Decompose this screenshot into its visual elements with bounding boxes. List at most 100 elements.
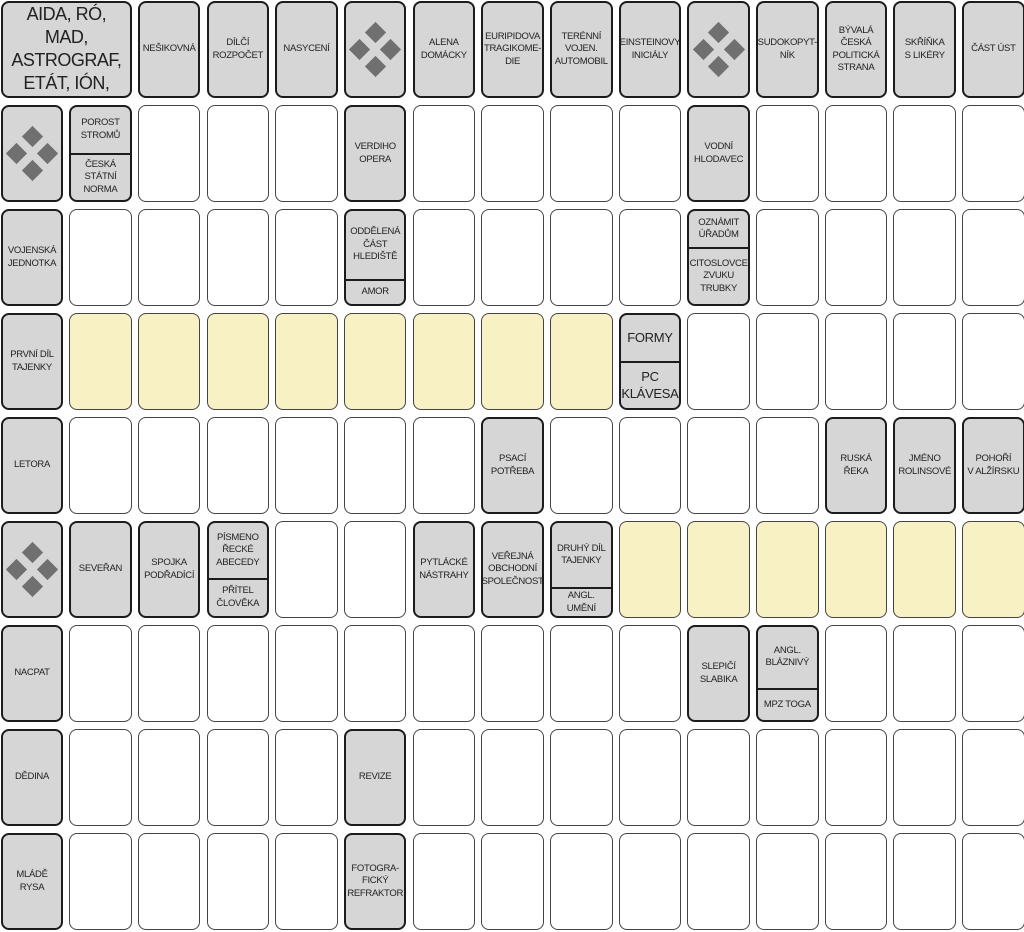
answer-cell[interactable] <box>962 833 1024 930</box>
secret-answer-cell[interactable] <box>412 313 476 410</box>
answer-cell[interactable] <box>824 625 888 722</box>
answer-cell[interactable] <box>69 833 132 930</box>
answer-cell[interactable] <box>962 729 1024 826</box>
answer-cell[interactable] <box>69 209 132 306</box>
answer-cell[interactable] <box>756 209 819 306</box>
answer-cell[interactable] <box>618 833 682 930</box>
answer-cell[interactable] <box>893 313 956 410</box>
clue-cell: SLEPIČÍ SLABIKA <box>687 625 750 722</box>
clue-text: FORMY <box>627 330 673 346</box>
answer-cell[interactable] <box>550 417 613 514</box>
answer-cell[interactable] <box>206 209 270 306</box>
answer-cell[interactable] <box>206 833 270 930</box>
answer-cell[interactable] <box>137 209 201 306</box>
answer-cell[interactable] <box>618 625 682 722</box>
answer-cell[interactable] <box>962 105 1024 202</box>
secret-answer-cell[interactable] <box>824 521 888 618</box>
answer-cell[interactable] <box>824 313 888 410</box>
secret-answer-cell[interactable] <box>550 313 613 410</box>
answer-cell[interactable] <box>893 209 956 306</box>
answer-cell[interactable] <box>275 729 338 826</box>
answer-cell[interactable] <box>481 105 544 202</box>
answer-cell[interactable] <box>206 105 270 202</box>
clue-text: ODDĚLENÁ ČÁST HLEDIŠTĚ <box>350 226 401 263</box>
clue-text: DRUHÝ DÍL TAJENKY <box>556 542 606 567</box>
answer-cell[interactable] <box>137 105 201 202</box>
secret-answer-cell[interactable] <box>343 313 407 410</box>
secret-answer-cell[interactable] <box>756 521 819 618</box>
secret-answer-cell[interactable] <box>962 521 1024 618</box>
answer-cell[interactable] <box>687 729 750 826</box>
answer-cell[interactable] <box>481 729 544 826</box>
secret-answer-cell[interactable] <box>687 521 750 618</box>
answer-cell[interactable] <box>824 833 888 930</box>
answer-cell[interactable] <box>137 833 201 930</box>
secret-answer-cell[interactable] <box>275 313 338 410</box>
answer-cell[interactable] <box>69 729 132 826</box>
answer-cell[interactable] <box>275 833 338 930</box>
answer-cell[interactable] <box>550 833 613 930</box>
answer-cell[interactable] <box>550 209 613 306</box>
secret-answer-cell[interactable] <box>618 521 682 618</box>
answer-cell[interactable] <box>893 625 956 722</box>
answer-cell[interactable] <box>275 105 338 202</box>
answer-cell[interactable] <box>687 833 750 930</box>
answer-cell[interactable] <box>687 313 750 410</box>
answer-cell[interactable] <box>275 209 338 306</box>
answer-cell[interactable] <box>343 417 407 514</box>
answer-cell[interactable] <box>756 313 819 410</box>
answer-cell[interactable] <box>206 729 270 826</box>
answer-cell[interactable] <box>687 417 750 514</box>
answer-cell[interactable] <box>618 105 682 202</box>
answer-cell[interactable] <box>962 209 1024 306</box>
answer-cell[interactable] <box>481 833 544 930</box>
answer-cell[interactable] <box>137 625 201 722</box>
answer-cell[interactable] <box>550 625 613 722</box>
answer-cell[interactable] <box>481 625 544 722</box>
answer-cell[interactable] <box>275 625 338 722</box>
answer-cell[interactable] <box>69 417 132 514</box>
answer-cell[interactable] <box>343 625 407 722</box>
answer-cell[interactable] <box>618 729 682 826</box>
answer-cell[interactable] <box>206 417 270 514</box>
answer-cell[interactable] <box>618 417 682 514</box>
answer-cell[interactable] <box>481 209 544 306</box>
answer-cell[interactable] <box>275 521 338 618</box>
secret-answer-cell[interactable] <box>206 313 270 410</box>
answer-cell[interactable] <box>893 833 956 930</box>
answer-cell[interactable] <box>343 521 407 618</box>
answer-cell[interactable] <box>412 417 476 514</box>
answer-cell[interactable] <box>893 729 956 826</box>
answer-cell[interactable] <box>412 209 476 306</box>
answer-cell[interactable] <box>412 729 476 826</box>
answer-cell[interactable] <box>756 417 819 514</box>
secret-answer-cell[interactable] <box>893 521 956 618</box>
answer-cell[interactable] <box>824 209 888 306</box>
secret-answer-cell[interactable] <box>69 313 132 410</box>
answer-cell[interactable] <box>824 729 888 826</box>
answer-cell[interactable] <box>412 105 476 202</box>
answer-cell[interactable] <box>550 105 613 202</box>
answer-cell[interactable] <box>550 729 613 826</box>
answer-cell[interactable] <box>275 417 338 514</box>
secret-answer-cell[interactable] <box>137 313 201 410</box>
answer-cell[interactable] <box>962 313 1024 410</box>
answer-cell[interactable] <box>412 833 476 930</box>
secret-answer-cell[interactable] <box>481 313 544 410</box>
clue-text: RUSKÁ ŘEKA <box>840 453 872 477</box>
answer-cell[interactable] <box>137 417 201 514</box>
answer-cell[interactable] <box>756 833 819 930</box>
answer-cell[interactable] <box>893 105 956 202</box>
answer-cell[interactable] <box>756 729 819 826</box>
answer-cell[interactable] <box>412 625 476 722</box>
answer-cell[interactable] <box>206 625 270 722</box>
answer-cell[interactable] <box>137 729 201 826</box>
answer-cell[interactable] <box>756 105 819 202</box>
clue-text: OZNÁMIT ÚŘADŮM <box>698 216 739 241</box>
answer-cell[interactable] <box>962 625 1024 722</box>
answer-cell[interactable] <box>618 209 682 306</box>
answer-cell[interactable] <box>824 105 888 202</box>
clue-text: EURIPIDOVA TRAGIKOME- DIE <box>483 30 542 67</box>
clue-text: JMÉNO ROLINSOVÉ <box>898 453 952 477</box>
answer-cell[interactable] <box>69 625 132 722</box>
